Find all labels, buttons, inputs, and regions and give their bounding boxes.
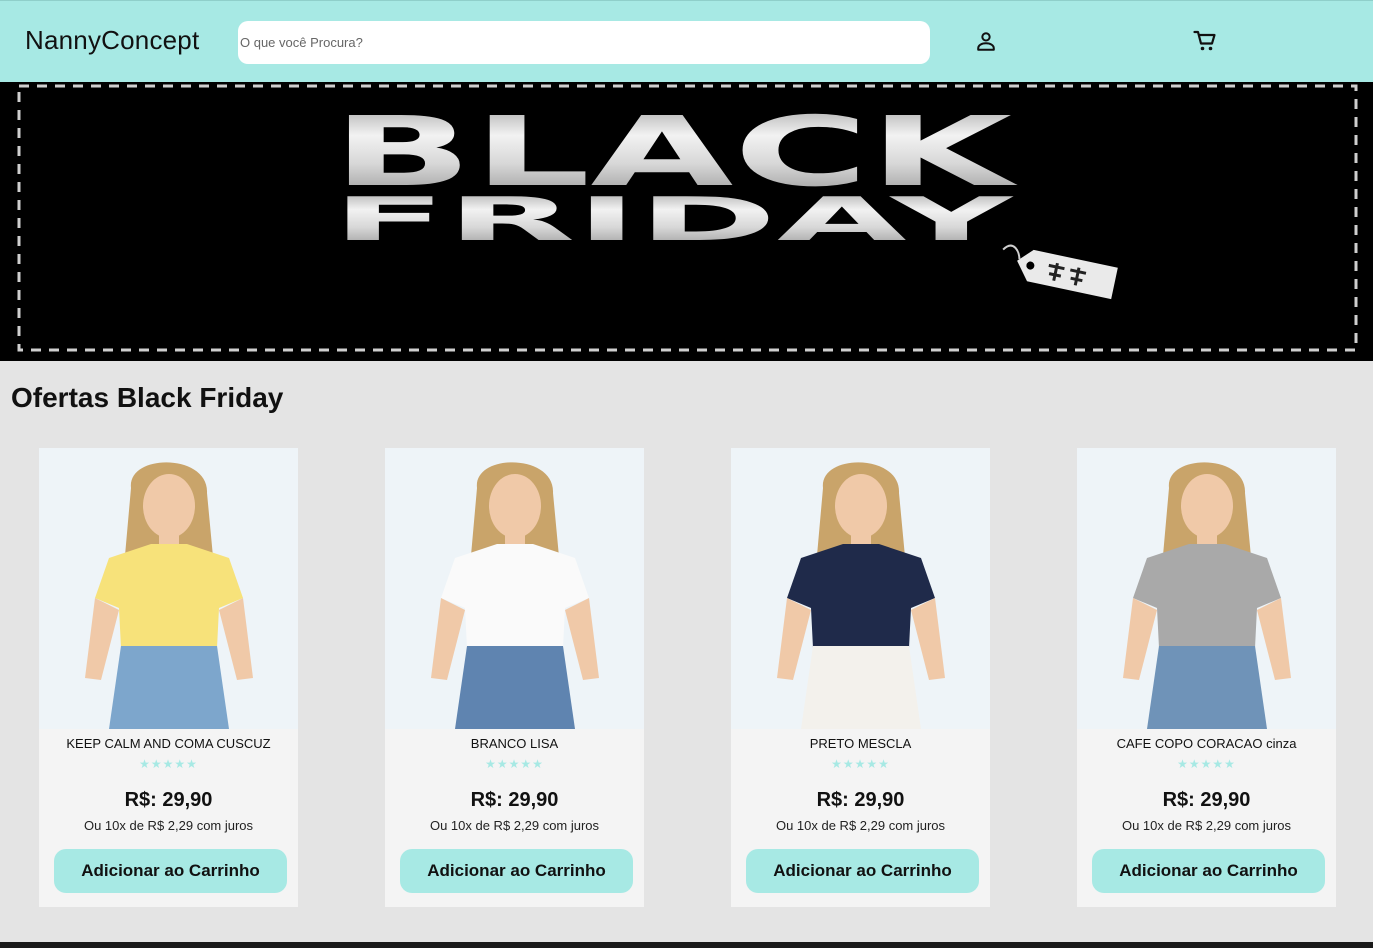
- product-card[interactable]: KEEP CALM AND COMA CUSCUZ ★★★★★ R$: 29,9…: [39, 448, 298, 907]
- product-price: R$: 29,90: [1162, 789, 1251, 811]
- black-friday-banner[interactable]: BLACK FRIDAY: [0, 82, 1373, 361]
- installment-info: Ou 10x de R$ 2,29 com juros: [429, 818, 600, 833]
- add-to-cart-button[interactable]: Adicionar ao Carrinho: [400, 849, 633, 893]
- product-name[interactable]: CAFE COPO CORACAO cinza: [1077, 736, 1336, 751]
- product-image[interactable]: [385, 448, 644, 729]
- product-name[interactable]: BRANCO LISA: [385, 736, 644, 751]
- rating-stars: ★★★★★: [139, 757, 198, 771]
- product-image[interactable]: [731, 448, 990, 729]
- banner-line2: FRIDAY: [332, 185, 1016, 255]
- site-header: NannyConcept: [0, 0, 1373, 82]
- rating-stars: ★★★★★: [831, 757, 890, 771]
- product-card[interactable]: BRANCO LISA ★★★★★ R$: 29,90 Ou 10x de R$…: [385, 448, 644, 907]
- product-image[interactable]: [39, 448, 298, 729]
- user-icon: [977, 32, 995, 51]
- rating-stars: ★★★★★: [485, 757, 544, 771]
- product-price: R$: 29,90: [816, 789, 905, 811]
- cart-button[interactable]: [1191, 27, 1219, 55]
- footer-divider: [0, 942, 1373, 948]
- price-tag-icon: [1002, 244, 1118, 300]
- product-price: R$: 29,90: [470, 789, 559, 811]
- search-input[interactable]: [238, 21, 930, 64]
- product-price: R$: 29,90: [124, 789, 213, 811]
- rating-stars: ★★★★★: [1177, 757, 1236, 771]
- add-to-cart-button[interactable]: Adicionar ao Carrinho: [1092, 849, 1325, 893]
- product-image[interactable]: [1077, 448, 1336, 729]
- account-button[interactable]: [972, 27, 1000, 55]
- installment-info: Ou 10x de R$ 2,29 com juros: [775, 818, 946, 833]
- product-name[interactable]: PRETO MESCLA: [731, 736, 990, 751]
- add-to-cart-button[interactable]: Adicionar ao Carrinho: [54, 849, 287, 893]
- installment-info: Ou 10x de R$ 2,29 com juros: [83, 818, 254, 833]
- product-card[interactable]: CAFE COPO CORACAO cinza ★★★★★ R$: 29,90 …: [1077, 448, 1336, 907]
- add-to-cart-button[interactable]: Adicionar ao Carrinho: [746, 849, 979, 893]
- site-logo[interactable]: NannyConcept: [25, 25, 199, 56]
- product-card[interactable]: PRETO MESCLA ★★★★★ R$: 29,90 Ou 10x de R…: [731, 448, 990, 907]
- cart-icon: [1193, 30, 1216, 51]
- product-name[interactable]: KEEP CALM AND COMA CUSCUZ: [39, 736, 298, 751]
- installment-info: Ou 10x de R$ 2,29 com juros: [1121, 818, 1292, 833]
- section-title: Ofertas Black Friday: [11, 382, 284, 413]
